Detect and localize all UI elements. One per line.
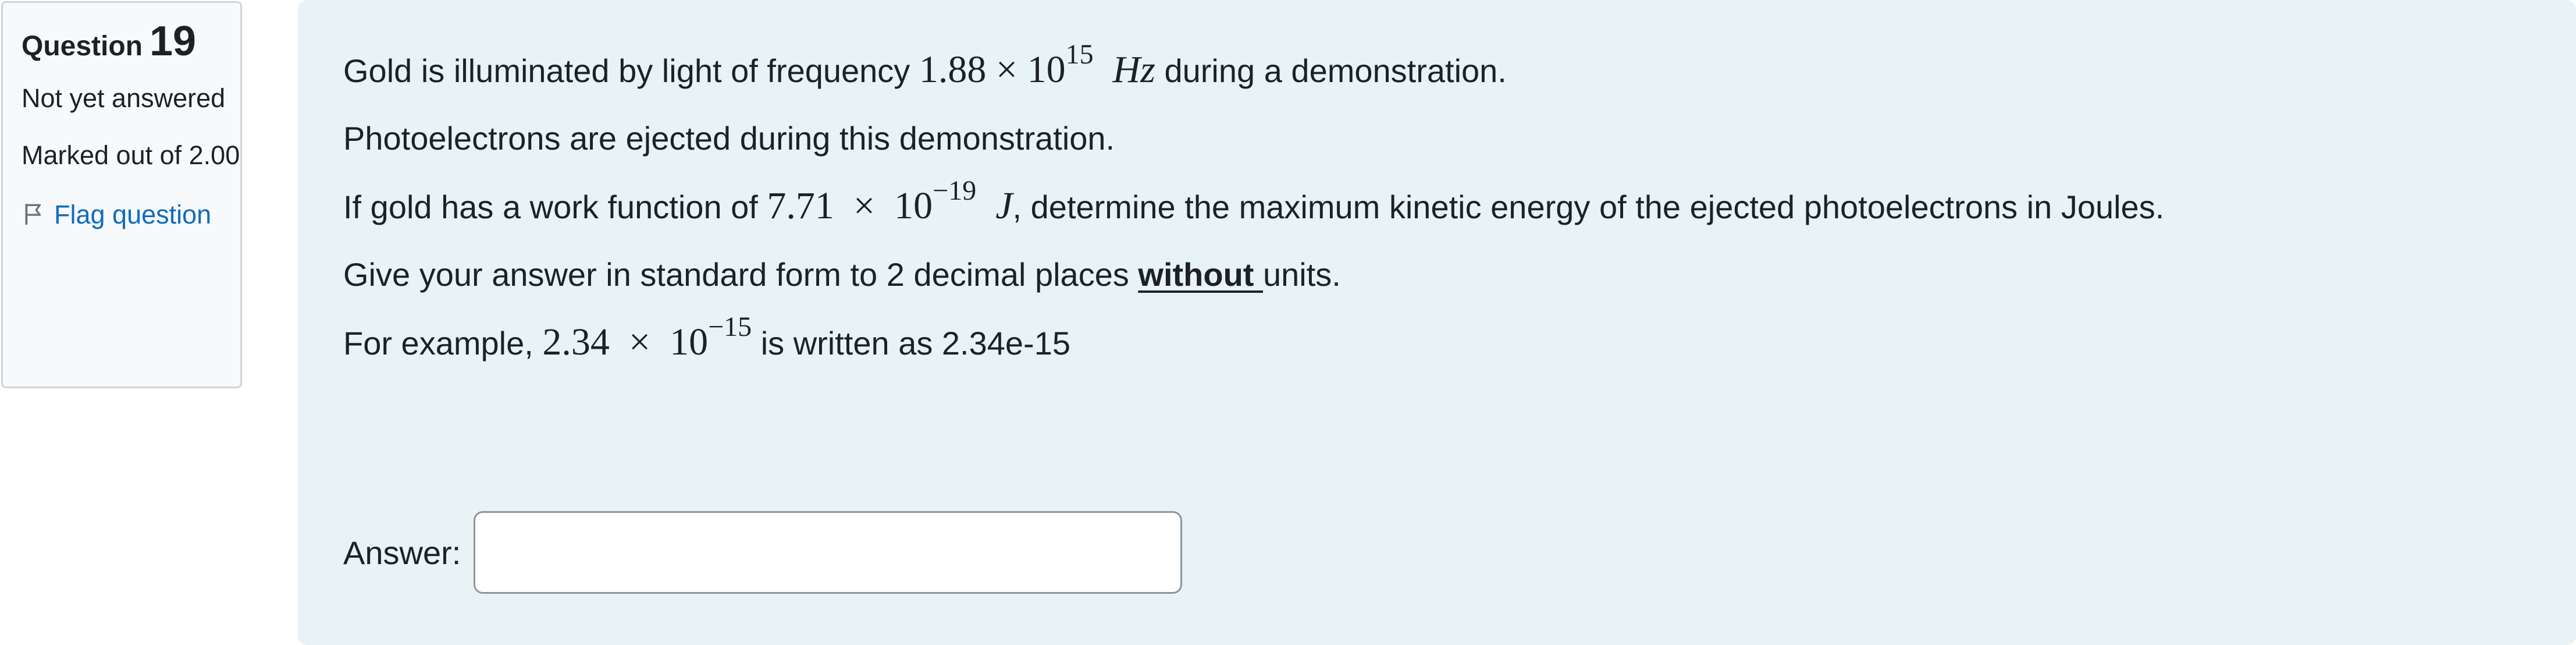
question-line-3: If gold has a work function of 7.71 × 10… bbox=[343, 177, 2576, 228]
question-number: 19 bbox=[150, 18, 197, 65]
frequency-unit: Hz bbox=[1112, 48, 1155, 91]
question-formulation: Gold is illuminated by light of frequenc… bbox=[298, 0, 2576, 645]
line1-after: during a demonstration. bbox=[1155, 52, 1507, 89]
question-line-4: Give your answer in standard form to 2 d… bbox=[343, 254, 2576, 296]
example-mantissa: 2.34 × 10 bbox=[542, 321, 709, 363]
line5-before: For example, bbox=[343, 325, 543, 362]
line5-after: is written as 2.34e-15 bbox=[752, 325, 1070, 362]
work-function-value: 7.71 × 10−19 J bbox=[767, 177, 1013, 227]
flag-question-link[interactable]: Flag question bbox=[22, 194, 240, 236]
line4-before: Give your answer in standard form to 2 d… bbox=[343, 256, 1138, 293]
without-emphasis: without bbox=[1138, 256, 1263, 293]
question-number-heading: Question 19 bbox=[22, 20, 240, 62]
question-state: Not yet answered bbox=[22, 83, 226, 113]
work-function-mantissa: 7.71 × 10 bbox=[767, 185, 933, 227]
question-text: Gold is illuminated by light of frequenc… bbox=[343, 41, 2576, 364]
frequency-value: 1.88 × 1015 Hz bbox=[919, 41, 1155, 91]
line3-after: , determine the maximum kinetic energy o… bbox=[1012, 189, 2165, 225]
answer-label: Answer: bbox=[343, 534, 461, 571]
flag-question-label: Flag question bbox=[54, 200, 212, 229]
question-grade: Marked out of 2.00 bbox=[22, 140, 240, 170]
question-line-1: Gold is illuminated by light of frequenc… bbox=[343, 41, 2576, 92]
work-function-unit: J bbox=[995, 185, 1013, 227]
work-function-exponent: −19 bbox=[933, 175, 977, 206]
frequency-exponent: 15 bbox=[1065, 39, 1094, 70]
question-info-panel: Question 19 Not yet answered Marked out … bbox=[1, 1, 242, 388]
question-line-2: Photoelectrons are ejected during this d… bbox=[343, 120, 1115, 157]
question-line-5: For example, 2.34 × 10−15 is written as … bbox=[343, 313, 2576, 364]
example-exponent: −15 bbox=[708, 311, 752, 342]
frequency-mantissa: 1.88 × 10 bbox=[919, 48, 1066, 91]
answer-row: Answer: bbox=[343, 511, 1183, 594]
answer-input[interactable] bbox=[474, 511, 1183, 594]
line4-after: units. bbox=[1263, 256, 1341, 293]
line1-before: Gold is illuminated by light of frequenc… bbox=[343, 52, 919, 89]
flag-icon bbox=[25, 204, 41, 225]
quiz-page: Question 19 Not yet answered Marked out … bbox=[0, 0, 2576, 645]
question-label: Question bbox=[22, 31, 143, 62]
line3-before: If gold has a work function of bbox=[343, 189, 767, 225]
example-value: 2.34 × 10−15 bbox=[542, 313, 752, 363]
